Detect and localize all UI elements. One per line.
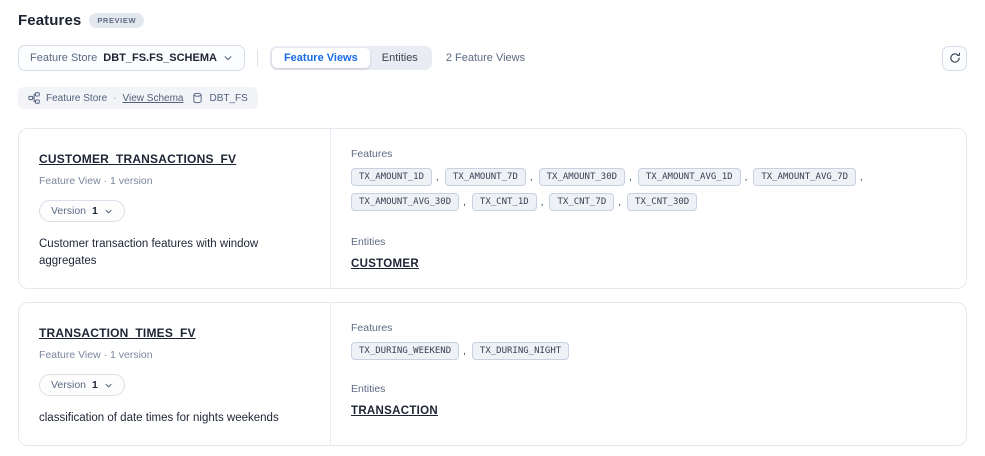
features-tag-list: TX_DURING_WEEKEND, TX_DURING_NIGHT	[351, 342, 942, 360]
toolbar-divider	[257, 49, 258, 67]
breadcrumb-separator: ·	[113, 93, 116, 104]
feature-view-card: CUSTOMER_TRANSACTIONS_FV Feature View · …	[18, 128, 967, 289]
feature-view-description: classification of date times for nights …	[39, 410, 297, 427]
toolbar: Feature Store DBT_FS.FS_SCHEMA Feature V…	[18, 45, 967, 71]
tag-comma: ,	[541, 197, 544, 208]
feature-view-description: Customer transaction features with windo…	[39, 236, 297, 269]
feature-tag: TX_AMOUNT_AVG_30D	[351, 193, 459, 211]
entities-section-label: Entities	[351, 383, 942, 395]
tag-comma: ,	[860, 172, 863, 183]
feature-store-selector[interactable]: Feature Store DBT_FS.FS_SCHEMA	[18, 45, 245, 71]
feature-view-meta: Feature View · 1 version	[39, 349, 310, 361]
version-label: Version	[51, 205, 86, 217]
feature-tag: TX_AMOUNT_30D	[539, 168, 625, 186]
version-selector[interactable]: Version 1	[39, 200, 125, 222]
feature-store-icon	[28, 92, 40, 104]
entity-list: TRANSACTION	[351, 405, 942, 417]
feature-tag: TX_DURING_WEEKEND	[351, 342, 459, 360]
version-label: Version	[51, 379, 86, 391]
feature-view-meta: Feature View · 1 version	[39, 175, 310, 187]
features-page: Features PREVIEW Feature Store DBT_FS.FS…	[0, 0, 985, 446]
feature-views-count: 2 Feature Views	[446, 52, 525, 64]
refresh-button[interactable]	[942, 46, 967, 71]
chevron-down-icon	[104, 381, 113, 390]
tag-comma: ,	[629, 172, 632, 183]
breadcrumb-database: DBT_FS	[209, 93, 247, 104]
tag-comma: ,	[463, 346, 466, 357]
preview-badge: PREVIEW	[89, 13, 144, 28]
features-tag-list: TX_AMOUNT_1D, TX_AMOUNT_7D, TX_AMOUNT_30…	[351, 168, 942, 211]
tag-comma: ,	[618, 197, 621, 208]
refresh-icon	[949, 52, 961, 64]
tag-comma: ,	[436, 172, 439, 183]
tag-comma: ,	[745, 172, 748, 183]
feature-tag: TX_AMOUNT_1D	[351, 168, 432, 186]
feature-store-selector-value: DBT_FS.FS_SCHEMA	[103, 52, 217, 64]
entities-section-label: Entities	[351, 236, 942, 248]
entity-link[interactable]: TRANSACTION	[351, 405, 438, 417]
tag-comma: ,	[463, 197, 466, 208]
database-icon	[192, 92, 203, 104]
feature-view-summary: TRANSACTION_TIMES_FV Feature View · 1 ve…	[19, 303, 331, 445]
feature-view-details: Features TX_AMOUNT_1D, TX_AMOUNT_7D, TX_…	[331, 129, 966, 288]
feature-view-summary: CUSTOMER_TRANSACTIONS_FV Feature View · …	[19, 129, 331, 288]
features-section-label: Features	[351, 322, 942, 334]
version-selector[interactable]: Version 1	[39, 374, 125, 396]
feature-view-details: Features TX_DURING_WEEKEND, TX_DURING_NI…	[331, 303, 966, 445]
view-tabs: Feature Views Entities	[270, 46, 432, 70]
page-title: Features	[18, 12, 81, 29]
feature-tag: TX_AMOUNT_7D	[445, 168, 526, 186]
page-header: Features PREVIEW	[18, 12, 967, 29]
features-section-label: Features	[351, 148, 942, 160]
feature-view-card: TRANSACTION_TIMES_FV Feature View · 1 ve…	[18, 302, 967, 446]
feature-tag: TX_CNT_7D	[549, 193, 614, 211]
feature-store-selector-label: Feature Store	[30, 52, 97, 64]
version-value: 1	[92, 379, 98, 391]
feature-tag: TX_DURING_NIGHT	[472, 342, 569, 360]
chevron-down-icon	[223, 53, 233, 63]
feature-tag: TX_AMOUNT_AVG_7D	[753, 168, 856, 186]
tab-feature-views[interactable]: Feature Views	[272, 48, 370, 68]
view-schema-link[interactable]: View Schema	[123, 93, 184, 104]
feature-tag: TX_AMOUNT_AVG_1D	[638, 168, 741, 186]
tab-entities[interactable]: Entities	[370, 48, 430, 68]
feature-tag: TX_CNT_30D	[627, 193, 697, 211]
breadcrumb: Feature Store · View Schema DBT_FS	[18, 87, 258, 109]
feature-tag: TX_CNT_1D	[472, 193, 537, 211]
feature-view-name-link[interactable]: TRANSACTION_TIMES_FV	[39, 326, 196, 340]
entity-list: CUSTOMER	[351, 258, 942, 270]
entity-link[interactable]: CUSTOMER	[351, 258, 419, 270]
feature-view-name-link[interactable]: CUSTOMER_TRANSACTIONS_FV	[39, 152, 236, 166]
version-value: 1	[92, 205, 98, 217]
breadcrumb-store-label: Feature Store	[46, 93, 107, 104]
tag-comma: ,	[530, 172, 533, 183]
chevron-down-icon	[104, 207, 113, 216]
